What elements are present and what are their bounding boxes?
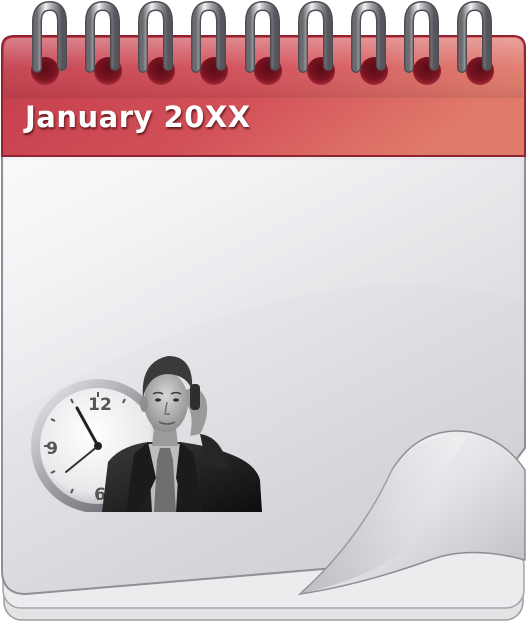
man-on-phone-illustration: 12 9 6: [31, 356, 262, 512]
calendar-graphic: [1, 0, 526, 621]
calendar-widget: January 20XX 12 9 6: [0, 0, 527, 625]
month-title: January 20XX: [25, 100, 251, 134]
phone-icon: [190, 384, 200, 410]
clock-numeral-9: 9: [46, 439, 58, 459]
clock-numeral-12: 12: [88, 395, 112, 415]
binder-holes: [31, 57, 494, 85]
